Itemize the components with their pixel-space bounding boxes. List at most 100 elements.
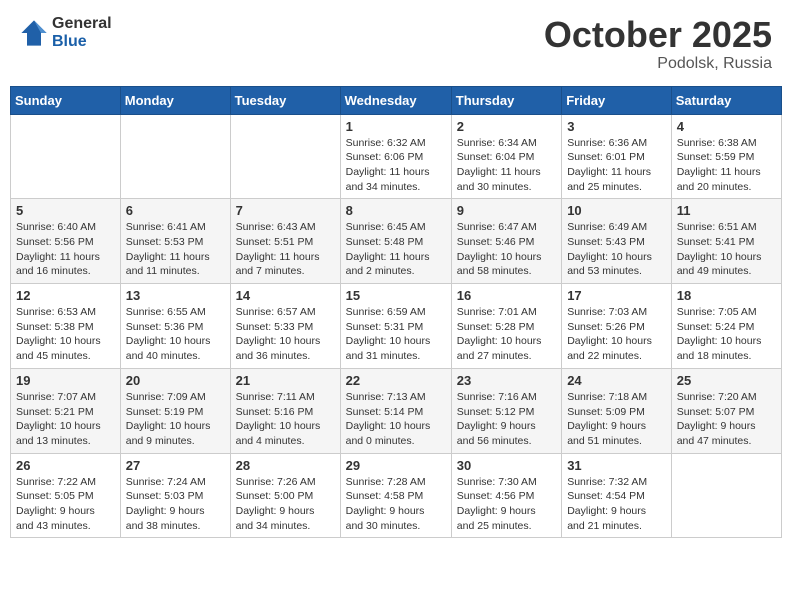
weekday-header-friday: Friday [562,86,672,114]
calendar-table: SundayMondayTuesdayWednesdayThursdayFrid… [10,86,782,539]
calendar-cell: 26 Sunrise: 7:22 AM Sunset: 5:05 PM Dayli… [11,453,121,538]
month-title: October 2025 [544,15,772,55]
day-number: 19 [16,373,115,388]
day-number: 7 [236,203,335,218]
calendar-cell: 19 Sunrise: 7:07 AM Sunset: 5:21 PM Dayli… [11,368,121,453]
day-info: Sunrise: 6:36 AM Sunset: 6:01 PM Dayligh… [567,136,666,195]
calendar-cell: 21Sunrise: 7:11 AM Sunset: 5:16 PM Dayli… [230,368,340,453]
day-number: 12 [16,288,115,303]
day-number: 27 [126,458,225,473]
calendar-cell: 16 Sunrise: 7:01 AM Sunset: 5:28 PM Dayli… [451,284,561,369]
day-info: Sunrise: 7:03 AM Sunset: 5:26 PM Dayligh… [567,305,666,364]
calendar-cell: 6 Sunrise: 6:41 AM Sunset: 5:53 PM Daylig… [120,199,230,284]
logo: General Blue [20,15,112,50]
day-number: 15 [346,288,446,303]
day-info: Sunrise: 6:55 AM Sunset: 5:36 PM Dayligh… [126,305,225,364]
calendar-cell: 18 Sunrise: 7:05 AM Sunset: 5:24 PM Dayli… [671,284,781,369]
day-number: 18 [677,288,776,303]
day-number: 6 [126,203,225,218]
day-info: Sunrise: 6:47 AM Sunset: 5:46 PM Dayligh… [457,220,556,279]
day-info: Sunrise: 7:01 AM Sunset: 5:28 PM Dayligh… [457,305,556,364]
weekday-header-tuesday: Tuesday [230,86,340,114]
day-info: Sunrise: 7:32 AM Sunset: 4:54 PM Dayligh… [567,475,666,534]
day-number: 3 [567,119,666,134]
logo-blue-text: Blue [52,33,112,51]
day-info: Sunrise: 6:43 AM Sunset: 5:51 PM Dayligh… [236,220,335,279]
day-number: 20 [126,373,225,388]
calendar-cell: 11 Sunrise: 6:51 AM Sunset: 5:41 PM Dayli… [671,199,781,284]
calendar-cell: 12 Sunrise: 6:53 AM Sunset: 5:38 PM Dayli… [11,284,121,369]
calendar-week-row: 12 Sunrise: 6:53 AM Sunset: 5:38 PM Dayli… [11,284,782,369]
logo-icon [20,19,48,47]
day-number: 14 [236,288,335,303]
calendar-week-row: 26 Sunrise: 7:22 AM Sunset: 5:05 PM Dayli… [11,453,782,538]
calendar-cell: 4 Sunrise: 6:38 AM Sunset: 5:59 PM Daylig… [671,114,781,199]
calendar-cell: 25 Sunrise: 7:20 AM Sunset: 5:07 PM Dayli… [671,368,781,453]
day-info: Sunrise: 6:34 AM Sunset: 6:04 PM Dayligh… [457,136,556,195]
day-info: Sunrise: 6:51 AM Sunset: 5:41 PM Dayligh… [677,220,776,279]
calendar-cell: 3 Sunrise: 6:36 AM Sunset: 6:01 PM Daylig… [562,114,672,199]
day-number: 17 [567,288,666,303]
day-info: Sunrise: 6:53 AM Sunset: 5:38 PM Dayligh… [16,305,115,364]
day-number: 11 [677,203,776,218]
day-info: Sunrise: 6:38 AM Sunset: 5:59 PM Dayligh… [677,136,776,195]
calendar-cell: 24 Sunrise: 7:18 AM Sunset: 5:09 PM Dayli… [562,368,672,453]
calendar-cell: 20 Sunrise: 7:09 AM Sunset: 5:19 PM Dayli… [120,368,230,453]
weekday-header-thursday: Thursday [451,86,561,114]
day-number: 13 [126,288,225,303]
day-info: Sunrise: 6:59 AM Sunset: 5:31 PM Dayligh… [346,305,446,364]
calendar-cell: 31 Sunrise: 7:32 AM Sunset: 4:54 PM Dayli… [562,453,672,538]
day-number: 9 [457,203,556,218]
day-info: Sunrise: 7:24 AM Sunset: 5:03 PM Dayligh… [126,475,225,534]
calendar-cell: 14Sunrise: 6:57 AM Sunset: 5:33 PM Dayli… [230,284,340,369]
day-number: 29 [346,458,446,473]
day-number: 5 [16,203,115,218]
calendar-cell [120,114,230,199]
day-info: Sunrise: 7:05 AM Sunset: 5:24 PM Dayligh… [677,305,776,364]
day-info: Sunrise: 6:45 AM Sunset: 5:48 PM Dayligh… [346,220,446,279]
day-info: Sunrise: 6:32 AM Sunset: 6:06 PM Dayligh… [346,136,446,195]
day-info: Sunrise: 7:22 AM Sunset: 5:05 PM Dayligh… [16,475,115,534]
day-info: Sunrise: 7:09 AM Sunset: 5:19 PM Dayligh… [126,390,225,449]
calendar-cell: 1 Sunrise: 6:32 AM Sunset: 6:06 PM Daylig… [340,114,451,199]
day-info: Sunrise: 7:13 AM Sunset: 5:14 PM Dayligh… [346,390,446,449]
day-number: 25 [677,373,776,388]
calendar-cell: 10 Sunrise: 6:49 AM Sunset: 5:43 PM Dayli… [562,199,672,284]
day-number: 16 [457,288,556,303]
day-number: 10 [567,203,666,218]
day-number: 24 [567,373,666,388]
day-info: Sunrise: 6:40 AM Sunset: 5:56 PM Dayligh… [16,220,115,279]
calendar-cell: 30 Sunrise: 7:30 AM Sunset: 4:56 PM Dayli… [451,453,561,538]
day-info: Sunrise: 7:30 AM Sunset: 4:56 PM Dayligh… [457,475,556,534]
day-info: Sunrise: 6:49 AM Sunset: 5:43 PM Dayligh… [567,220,666,279]
calendar-week-row: 1 Sunrise: 6:32 AM Sunset: 6:06 PM Daylig… [11,114,782,199]
calendar-cell [11,114,121,199]
day-info: Sunrise: 7:07 AM Sunset: 5:21 PM Dayligh… [16,390,115,449]
day-number: 31 [567,458,666,473]
location-subtitle: Podolsk, Russia [544,55,772,73]
calendar-cell: 27 Sunrise: 7:24 AM Sunset: 5:03 PM Dayli… [120,453,230,538]
title-block: October 2025 Podolsk, Russia [544,15,772,73]
calendar-cell: 8Sunrise: 6:45 AM Sunset: 5:48 PM Daylig… [340,199,451,284]
day-number: 2 [457,119,556,134]
weekday-header-saturday: Saturday [671,86,781,114]
day-info: Sunrise: 7:20 AM Sunset: 5:07 PM Dayligh… [677,390,776,449]
calendar-cell [671,453,781,538]
weekday-header-wednesday: Wednesday [340,86,451,114]
weekday-header-sunday: Sunday [11,86,121,114]
day-info: Sunrise: 6:41 AM Sunset: 5:53 PM Dayligh… [126,220,225,279]
day-number: 4 [677,119,776,134]
day-info: Sunrise: 7:28 AM Sunset: 4:58 PM Dayligh… [346,475,446,534]
day-number: 30 [457,458,556,473]
day-info: Sunrise: 7:18 AM Sunset: 5:09 PM Dayligh… [567,390,666,449]
day-number: 21 [236,373,335,388]
calendar-week-row: 5 Sunrise: 6:40 AM Sunset: 5:56 PM Daylig… [11,199,782,284]
calendar-cell: 28Sunrise: 7:26 AM Sunset: 5:00 PM Dayli… [230,453,340,538]
calendar-cell: 9 Sunrise: 6:47 AM Sunset: 5:46 PM Daylig… [451,199,561,284]
calendar-cell: 13 Sunrise: 6:55 AM Sunset: 5:36 PM Dayli… [120,284,230,369]
day-number: 1 [346,119,446,134]
day-number: 26 [16,458,115,473]
day-number: 28 [236,458,335,473]
calendar-cell: 7 Sunrise: 6:43 AM Sunset: 5:51 PM Daylig… [230,199,340,284]
day-info: Sunrise: 7:16 AM Sunset: 5:12 PM Dayligh… [457,390,556,449]
